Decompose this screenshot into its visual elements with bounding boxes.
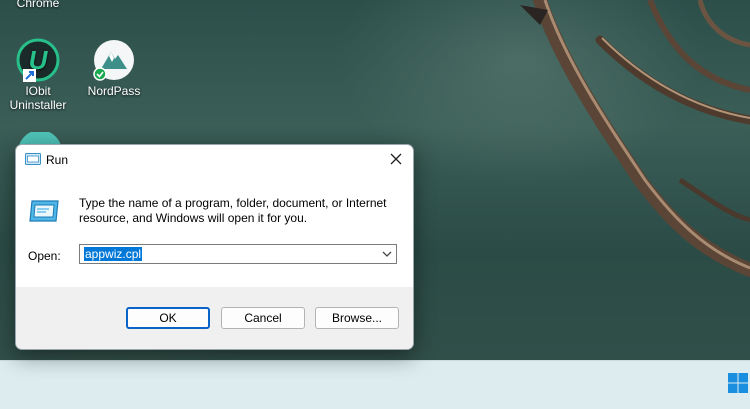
desktop-icon-label: IObit Uninstaller — [9, 84, 67, 112]
iobit-icon: U — [16, 38, 60, 82]
desktop-icon-iobit-uninstaller[interactable]: U IObit Uninstaller — [4, 38, 72, 112]
dialog-title: Run — [46, 153, 69, 167]
open-label: Open: — [28, 249, 61, 263]
run-program-icon — [29, 200, 59, 222]
nordpass-icon — [93, 40, 134, 81]
taskbar — [0, 360, 750, 409]
dialog-description: Type the name of a program, folder, docu… — [79, 196, 387, 225]
desktop-icon-label: NordPass — [87, 84, 141, 98]
run-dialog: Run Type the name of a program, folder, … — [15, 144, 414, 350]
ok-button[interactable]: OK — [126, 307, 210, 329]
close-icon[interactable] — [387, 150, 405, 168]
desktop-icon-label: Chrome — [16, 0, 60, 10]
chevron-down-icon[interactable] — [381, 249, 393, 259]
desktop-icon-nordpass[interactable]: NordPass — [84, 38, 144, 98]
run-icon — [25, 153, 41, 165]
open-input-value[interactable]: appwiz.cpl — [84, 247, 143, 261]
browse-button[interactable]: Browse... — [315, 307, 399, 329]
open-combobox[interactable]: appwiz.cpl — [79, 244, 397, 264]
desktop-icon-chrome[interactable]: Chrome — [8, 0, 68, 10]
windows-start-icon[interactable] — [727, 372, 749, 394]
cancel-button[interactable]: Cancel — [221, 307, 305, 329]
